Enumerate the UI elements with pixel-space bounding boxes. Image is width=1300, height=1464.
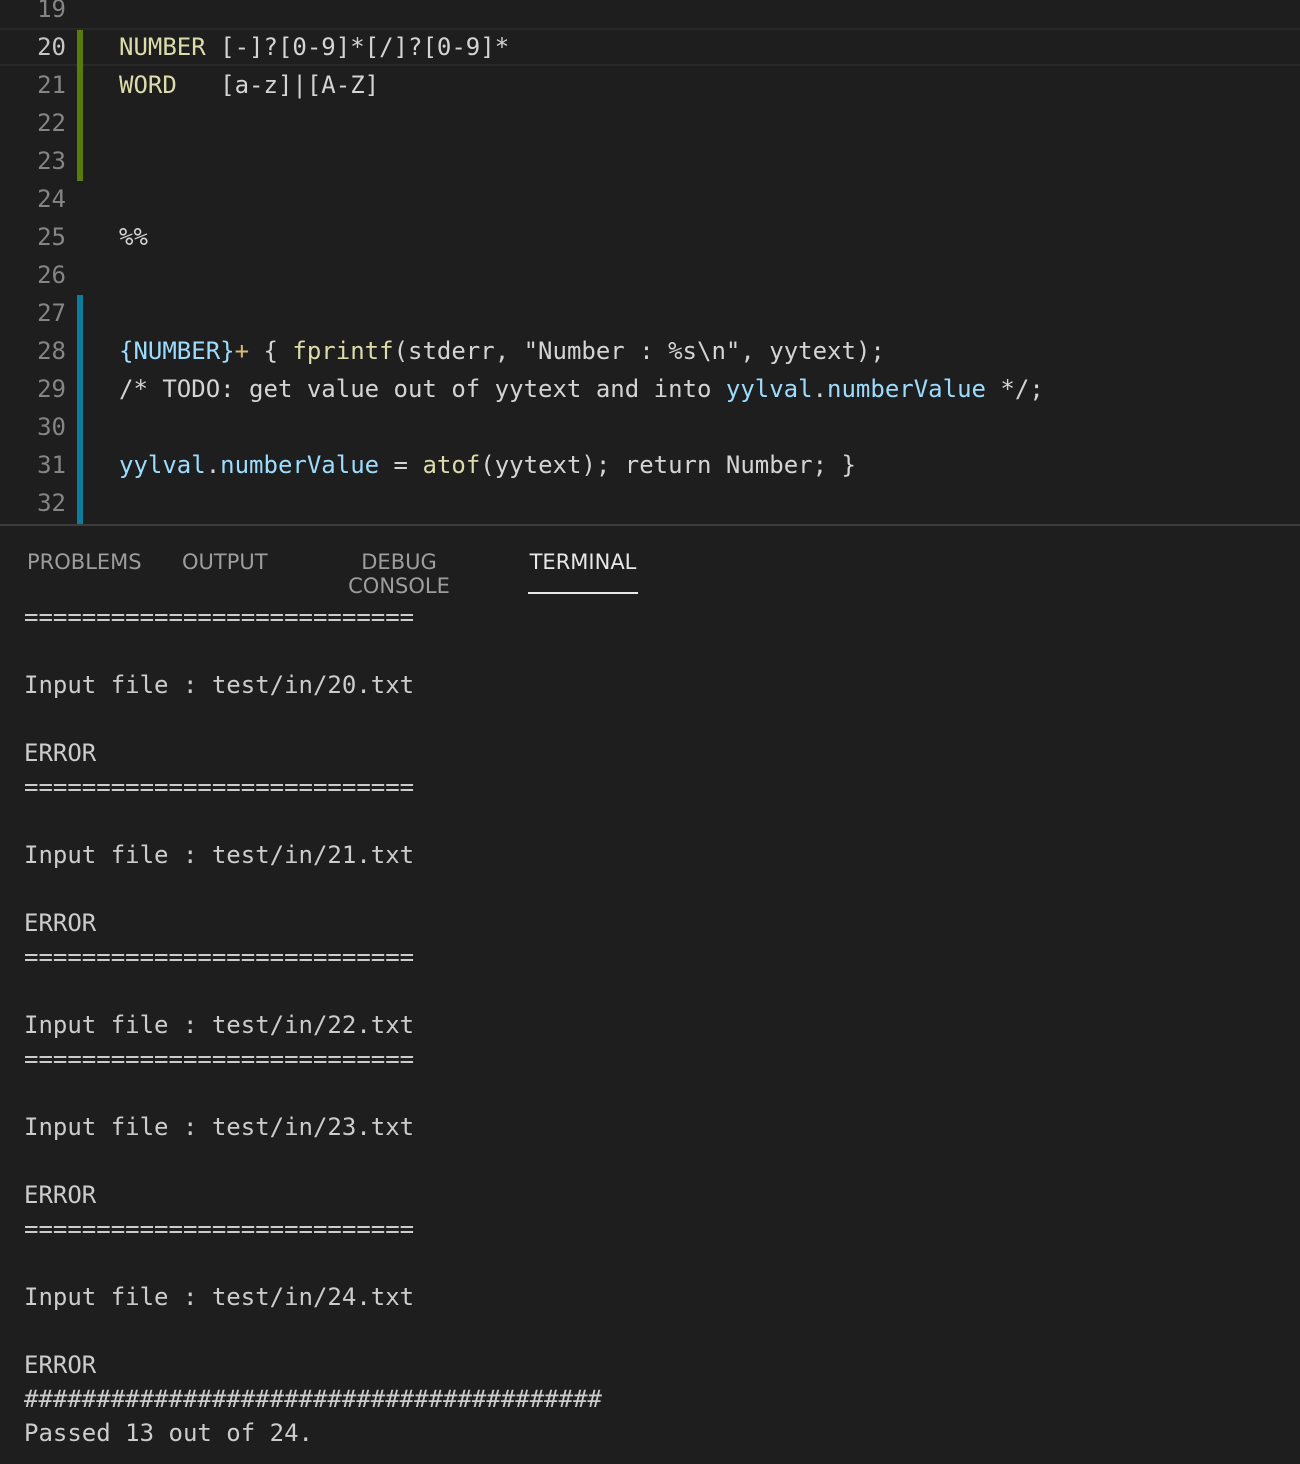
code-token: yylval (119, 451, 206, 479)
code-token: . (205, 451, 221, 479)
terminal-line: Passed 13 out of 24. (24, 1419, 313, 1447)
code-token: {NUMBER} (119, 337, 235, 365)
line-number: 22 (37, 109, 66, 137)
code-token: = (379, 451, 423, 479)
code-token: numberValue (220, 451, 380, 479)
terminal-line: ERROR (24, 1181, 97, 1209)
editor-line[interactable]: 26 (0, 256, 1300, 294)
terminal-line: ERROR (24, 909, 97, 937)
editor-line[interactable]: 30 (0, 408, 1300, 446)
code-token: fprintf (292, 337, 394, 365)
code-token: (stderr, "Number : %s\n", yytext); (393, 337, 885, 365)
terminal-line: =========================== (24, 1045, 415, 1073)
code-token: %% (119, 223, 148, 251)
line-number: 26 (37, 261, 66, 289)
tab-debug-console[interactable]: DEBUG CONSOLE (313, 550, 485, 598)
editor-line[interactable]: 29 /* TODO: get value out of yytext and i… (0, 370, 1300, 408)
added-lines-marker[interactable] (77, 295, 83, 524)
editor-line[interactable]: 25%% (0, 218, 1300, 256)
line-number: 32 (37, 489, 66, 517)
code-editor[interactable]: 19 20 NUMBER [-]?[0-9]*[/]?[0-9]* 21 WORD [a… (0, 0, 1300, 524)
panel-tabs: PROBLEMS OUTPUT DEBUG CONSOLE TERMINAL (0, 526, 1300, 598)
code-token: + (234, 337, 250, 365)
terminal-line: =========================== (24, 773, 415, 801)
code-token: /* TODO: get value out of yytext and int… (119, 375, 726, 403)
line-code: %% (119, 218, 148, 256)
code-token: . (812, 375, 828, 403)
line-number: 30 (37, 413, 66, 441)
code-token: yylval (725, 375, 813, 403)
line-number: 27 (37, 299, 66, 327)
line-number: 29 (37, 375, 66, 403)
line-number: 24 (37, 185, 66, 213)
editor-line[interactable]: 32 (0, 484, 1300, 522)
line-code: yylval.numberValue = atof(yytext); retur… (119, 446, 856, 484)
line-number: 31 (37, 451, 66, 479)
terminal-line: Input file : test/in/21.txt (24, 841, 415, 869)
bottom-panel: PROBLEMS OUTPUT DEBUG CONSOLE TERMINAL =… (0, 526, 1300, 1464)
line-number: 25 (37, 223, 66, 251)
editor-line[interactable]: 31 yylval.numberValue = atof(yytext); ret… (0, 446, 1300, 484)
line-number: 20 (37, 33, 66, 61)
line-code: {NUMBER}+ { fprintf(stderr, "Number : %s… (119, 332, 885, 370)
editor-line[interactable]: 27 (0, 294, 1300, 332)
editor-line[interactable]: 24 (0, 180, 1300, 218)
code-token: WORD (119, 71, 177, 99)
code-token: [a-z]|[A-Z] (176, 71, 380, 99)
editor-line[interactable]: 28 {NUMBER}+ { fprintf(stderr, "Number : … (0, 332, 1300, 370)
line-code: NUMBER [-]?[0-9]*[/]?[0-9]* (119, 30, 509, 64)
line-code: /* TODO: get value out of yytext and int… (119, 370, 1044, 408)
line-code: WORD [a-z]|[A-Z] (119, 66, 379, 104)
code-token: */; (985, 375, 1044, 403)
editor-line[interactable]: 20 NUMBER [-]?[0-9]*[/]?[0-9]* (0, 28, 1300, 66)
tab-terminal[interactable]: TERMINAL (528, 550, 638, 596)
code-token: numberValue (827, 375, 986, 403)
terminal-line: Input file : test/in/20.txt (24, 671, 415, 699)
code-token: [-]?[0-9]*[/]?[0-9]* (205, 33, 510, 61)
terminal-line: =========================== (24, 603, 415, 631)
terminal-line: ERROR (24, 739, 97, 767)
terminal-line: Input file : test/in/24.txt (24, 1283, 415, 1311)
tab-output[interactable]: OUTPUT (182, 550, 268, 596)
code-token: atof (422, 451, 481, 479)
editor-line[interactable]: 21 WORD [a-z]|[A-Z] (0, 66, 1300, 104)
terminal-line: Input file : test/in/23.txt (24, 1113, 415, 1141)
editor-line[interactable]: 23 (0, 142, 1300, 180)
line-number: 21 (37, 71, 66, 99)
code-token: { (249, 337, 293, 365)
editor-line[interactable]: 22 (0, 104, 1300, 142)
terminal-line: Input file : test/in/22.txt (24, 1011, 415, 1039)
code-token: NUMBER (119, 33, 206, 61)
line-number: 23 (37, 147, 66, 175)
line-number: 28 (37, 337, 66, 365)
code-token: (yytext); return Number; } (480, 451, 856, 479)
terminal-line: ERROR (24, 1351, 97, 1379)
active-tab-indicator (528, 592, 638, 594)
tab-problems[interactable]: PROBLEMS (27, 550, 142, 596)
terminal-line: =========================== (24, 1215, 415, 1243)
terminal-line: =========================== (24, 943, 415, 971)
modified-lines-marker[interactable] (77, 30, 83, 181)
editor-line[interactable]: 19 (0, 0, 1300, 28)
terminal-line: ######################################## (24, 1385, 602, 1413)
line-number: 19 (37, 0, 66, 23)
